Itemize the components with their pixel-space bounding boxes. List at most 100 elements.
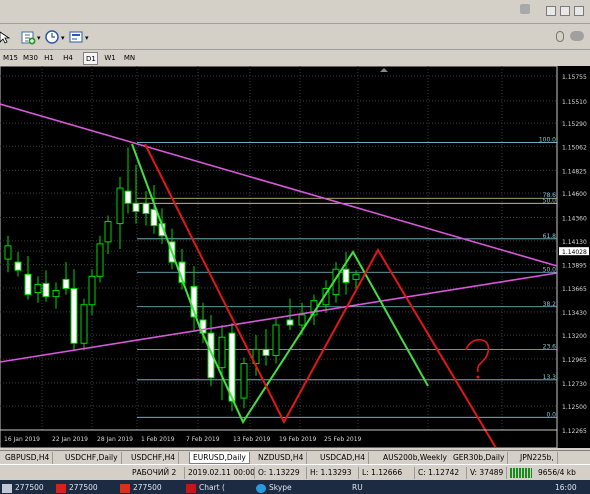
chart-frame bbox=[0, 66, 558, 448]
y-tick-label: 1.13895 bbox=[562, 263, 587, 270]
candle-body bbox=[228, 332, 236, 402]
y-tick-label: 1.14600 bbox=[562, 191, 587, 198]
candle-body bbox=[286, 319, 294, 326]
status-divider bbox=[506, 467, 507, 479]
fibonacci-label: 13.3 bbox=[543, 374, 557, 381]
tf-m30[interactable]: M30 bbox=[21, 52, 39, 65]
candle-body bbox=[96, 243, 104, 277]
x-tick-label: 1 Feb 2019 bbox=[141, 436, 175, 443]
taskbar-item[interactable]: 277500 bbox=[120, 481, 162, 494]
bar-low: L: 1.12666 bbox=[362, 468, 403, 477]
candle-body bbox=[52, 290, 60, 298]
cloud-icon[interactable] bbox=[570, 31, 584, 41]
price-chart[interactable]: 100.0 78.6 50.0 61.8 50.0 38.2 23.6 13.3 0.0 1.15… bbox=[0, 66, 590, 448]
question-mark-annotation bbox=[465, 338, 490, 373]
fibonacci-label: 23.6 bbox=[543, 343, 557, 350]
template-icon[interactable] bbox=[68, 29, 84, 45]
language-indicator[interactable]: RU bbox=[352, 481, 363, 494]
dropdown-arrow-icon[interactable]: ▾ bbox=[37, 34, 41, 42]
tf-w1[interactable]: W1 bbox=[102, 52, 118, 65]
timeframe-bar: M15 M30 H1 H4 D1 W1 MN bbox=[0, 51, 140, 66]
fibonacci-label: 38.2 bbox=[543, 301, 557, 308]
x-tick-label: 25 Feb 2019 bbox=[324, 436, 362, 443]
attach-icon[interactable] bbox=[556, 31, 564, 42]
x-tick-label: 13 Feb 2019 bbox=[233, 436, 271, 443]
y-tick-label: 1.15290 bbox=[562, 121, 587, 128]
y-tick-label: 1.12265 bbox=[562, 428, 587, 435]
tab-gbpusd-h4[interactable]: GBPUSD,H4 bbox=[2, 452, 54, 464]
chart-shift-icon bbox=[380, 68, 388, 72]
app-icon bbox=[120, 483, 130, 493]
taskbar: 277500 277500 277500 Chart ( Skype RU 16… bbox=[0, 480, 590, 494]
bar-volume: V: 37489 bbox=[470, 468, 504, 477]
tf-m15[interactable]: M15 bbox=[1, 52, 19, 65]
candle-body bbox=[124, 190, 132, 204]
x-tick-label: 22 Jan 2019 bbox=[52, 436, 88, 443]
tab-nzdusd-h4[interactable]: NZDUSD,H4 bbox=[255, 452, 308, 464]
add-chart-icon[interactable] bbox=[20, 29, 36, 45]
status-divider bbox=[184, 467, 185, 479]
close-icon[interactable] bbox=[574, 6, 584, 16]
fibonacci-label: 50.0 bbox=[543, 266, 557, 273]
candle-body bbox=[24, 273, 32, 296]
status-bar: РАБОЧИЙ 2 2019.02.11 00:00 O: 1.13229 H:… bbox=[0, 464, 590, 480]
tab-usdcad-h4[interactable]: USDCAD,H4 bbox=[317, 452, 369, 464]
taskbar-item[interactable]: Chart ( bbox=[186, 481, 225, 494]
candle-body bbox=[116, 187, 124, 225]
taskbar-item[interactable]: 277500 bbox=[56, 481, 98, 494]
toolbar: ▾ ▾ ▾ bbox=[0, 24, 590, 50]
tf-mn[interactable]: MN bbox=[121, 52, 138, 65]
status-divider bbox=[466, 467, 467, 479]
dropdown-arrow-icon[interactable]: ▾ bbox=[61, 34, 65, 42]
y-tick-label: 1.12500 bbox=[562, 404, 587, 411]
dropdown-arrow-icon[interactable]: ▾ bbox=[85, 34, 89, 42]
bar-close: C: 1.12742 bbox=[418, 468, 460, 477]
candle-body bbox=[80, 304, 88, 344]
taskbar-item[interactable]: Skype bbox=[256, 481, 292, 494]
tf-h4[interactable]: H4 bbox=[61, 52, 75, 65]
menu-icon[interactable] bbox=[520, 4, 530, 14]
tab-usdchf-h4[interactable]: USDCHF,H4 bbox=[128, 452, 180, 464]
y-tick-label: 1.15510 bbox=[562, 99, 587, 106]
restore-icon[interactable] bbox=[560, 6, 570, 16]
candle-body bbox=[342, 268, 350, 283]
trading-terminal-window: ▾ ▾ ▾ M15 M30 H1 H4 D1 W1 MN 100.0 78.6 50… bbox=[0, 0, 590, 494]
clock-time: 16:00 bbox=[555, 483, 577, 492]
tab-aus200b-weekly[interactable]: AUS200b,Weekly bbox=[380, 452, 451, 464]
tab-ger30b-daily[interactable]: GER30b,Daily bbox=[450, 452, 509, 464]
skype-icon bbox=[256, 483, 266, 493]
bar-datetime: 2019.02.11 00:00 bbox=[188, 468, 255, 477]
y-tick-label: 1.12965 bbox=[562, 357, 587, 364]
candle-body bbox=[142, 202, 150, 214]
taskbar-item-label: Skype bbox=[269, 483, 292, 492]
x-tick-label: 28 Jan 2019 bbox=[97, 436, 133, 443]
candle-body bbox=[132, 202, 140, 212]
bar-open: O: 1.13229 bbox=[258, 468, 300, 477]
candle-body bbox=[4, 245, 12, 260]
tf-h1[interactable]: H1 bbox=[42, 52, 56, 65]
candle-body bbox=[70, 288, 78, 344]
tf-d1[interactable]: D1 bbox=[83, 52, 98, 65]
tab-jpn225b[interactable]: JPN225b, bbox=[517, 452, 558, 464]
connection-icon bbox=[510, 468, 532, 478]
bar-high: H: 1.13293 bbox=[310, 468, 352, 477]
clock-icon[interactable] bbox=[44, 29, 60, 45]
y-tick-label: 1.14028 bbox=[562, 249, 587, 256]
candle-body bbox=[262, 348, 270, 356]
taskbar-item-label: 277500 bbox=[69, 483, 98, 492]
status-divider bbox=[306, 467, 307, 479]
y-tick-label: 1.14360 bbox=[562, 215, 587, 222]
taskbar-item[interactable]: 277500 bbox=[2, 481, 44, 494]
arrow-icon[interactable] bbox=[0, 29, 12, 45]
y-tick-label: 1.15755 bbox=[562, 74, 587, 81]
candle-body bbox=[62, 278, 70, 290]
tab-eurusd-daily[interactable]: EURUSD,Daily bbox=[189, 452, 250, 464]
status-divider bbox=[254, 467, 255, 479]
y-tick-label: 1.12730 bbox=[562, 381, 587, 388]
minimize-icon[interactable] bbox=[546, 6, 556, 16]
tab-usdchf-daily[interactable]: USDCHF,Daily bbox=[62, 452, 122, 464]
y-tick-label: 1.13665 bbox=[562, 286, 587, 293]
candle-body bbox=[240, 363, 248, 399]
candle-body bbox=[88, 275, 96, 306]
candle-body bbox=[352, 273, 360, 280]
